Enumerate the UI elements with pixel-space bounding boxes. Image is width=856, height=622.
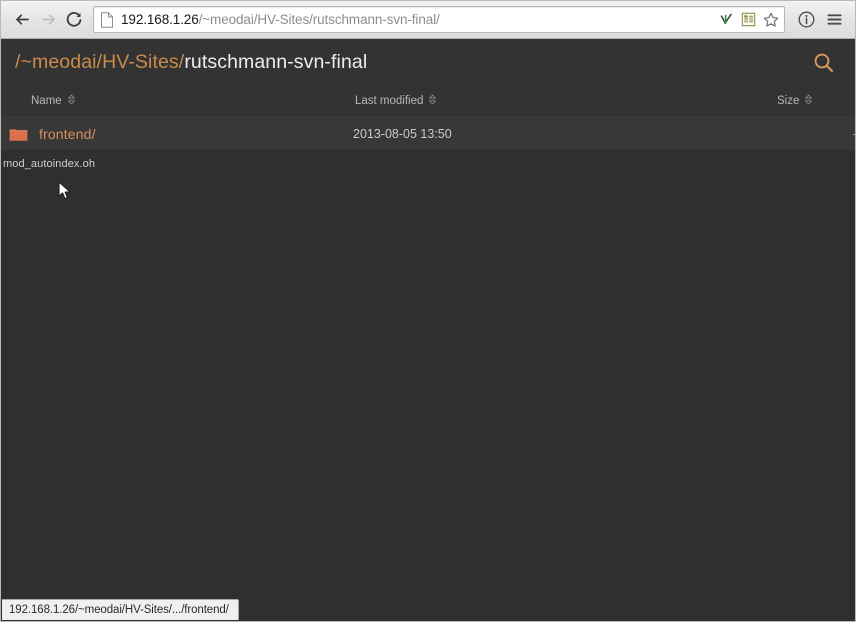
forward-button[interactable]	[35, 7, 61, 33]
browser-toolbar: 192.168.1.26/~meodai/HV-Sites/rutschmann…	[1, 1, 855, 39]
breadcrumb: /~meodai/HV-Sites/rutschmann-svn-final	[15, 51, 807, 74]
hamburger-menu-icon[interactable]	[821, 7, 847, 33]
sort-toggle-icon[interactable]	[428, 94, 437, 109]
info-circle-icon[interactable]	[793, 7, 819, 33]
sort-toggle-icon[interactable]	[67, 94, 76, 109]
cell-last-modified: 2013-08-05 13:50	[353, 117, 777, 150]
mouse-cursor	[58, 181, 72, 201]
search-icon[interactable]	[807, 46, 841, 80]
breadcrumb-item-0[interactable]: ~meodai	[21, 51, 97, 73]
address-bar[interactable]: 192.168.1.26/~meodai/HV-Sites/rutschmann…	[93, 6, 785, 33]
autoindex-footer-note: mod_autoindex.oh	[3, 158, 96, 170]
table-header-row: Name Last modified Size	[1, 86, 855, 118]
column-header-name-label: Name	[31, 94, 62, 107]
back-button[interactable]	[9, 7, 35, 33]
evernote-clipper-icon[interactable]	[717, 10, 736, 29]
cell-name[interactable]: frontend/	[1, 117, 353, 150]
url-path: /~meodai/HV-Sites/rutschmann-svn-final/	[198, 12, 440, 27]
breadcrumb-item-2: rutschmann-svn-final	[184, 51, 368, 73]
url-text: 192.168.1.26/~meodai/HV-Sites/rutschmann…	[121, 13, 711, 27]
column-header-size-label: Size	[777, 94, 800, 107]
sort-toggle-icon[interactable]	[804, 94, 813, 109]
directory-listing-table: Name Last modified Size frontend/ 2013-0…	[1, 86, 855, 150]
status-bar-link-preview: 192.168.1.26/~meodai/HV-Sites/.../fronte…	[2, 599, 239, 620]
reader-mode-icon[interactable]	[739, 10, 758, 29]
column-header-name[interactable]: Name	[1, 86, 353, 118]
column-header-size[interactable]: Size	[777, 86, 855, 118]
cell-size: -	[777, 117, 855, 150]
table-row[interactable]: frontend/ 2013-08-05 13:50 -	[1, 117, 855, 150]
page-content: /~meodai/HV-Sites/rutschmann-svn-final N…	[1, 39, 855, 621]
folder-icon	[9, 127, 28, 142]
directory-header: /~meodai/HV-Sites/rutschmann-svn-final	[1, 39, 855, 86]
page-icon	[100, 11, 114, 28]
browser-window: 192.168.1.26/~meodai/HV-Sites/rutschmann…	[0, 0, 856, 622]
bookmark-star-icon[interactable]	[761, 10, 780, 29]
column-header-last-modified[interactable]: Last modified	[353, 86, 777, 118]
url-host: 192.168.1.26	[121, 12, 199, 27]
reload-button[interactable]	[61, 7, 87, 33]
omnibox-icon-group	[711, 10, 780, 29]
folder-link[interactable]: frontend/	[39, 126, 96, 142]
column-header-last-modified-label: Last modified	[355, 94, 424, 107]
breadcrumb-item-1[interactable]: HV-Sites	[102, 51, 179, 73]
